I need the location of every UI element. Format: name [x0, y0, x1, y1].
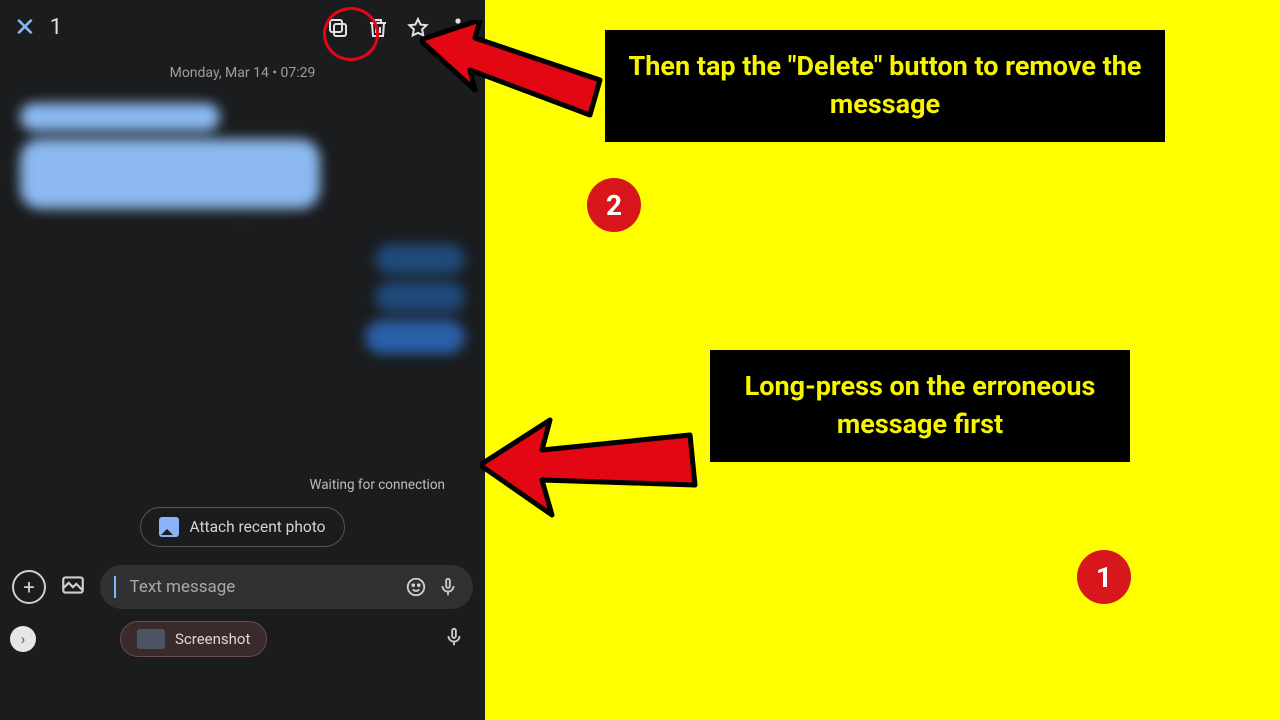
instruction-step-1: Long-press on the erroneous message firs… [710, 350, 1130, 462]
copy-icon[interactable] [325, 15, 351, 41]
step-badge-1: 1 [1077, 550, 1131, 604]
incoming-message[interactable] [20, 103, 220, 131]
incoming-message[interactable] [20, 139, 320, 209]
star-icon[interactable] [405, 15, 431, 41]
arrow-to-message [480, 400, 700, 530]
suggestion-label: Screenshot [175, 630, 250, 648]
suggestion-row: › Screenshot [0, 609, 485, 657]
date-separator: Monday, Mar 14 • 07:29 [0, 55, 485, 95]
screenshot-suggestion-chip[interactable]: Screenshot [120, 621, 267, 657]
voice-input-icon[interactable] [437, 576, 459, 598]
attach-label: Attach recent photo [189, 518, 325, 536]
add-attachment-button[interactable]: + [12, 570, 46, 604]
outgoing-message[interactable] [375, 282, 465, 312]
time-separator: ···· [0, 219, 485, 234]
outgoing-message[interactable] [375, 244, 465, 274]
overflow-menu-icon[interactable] [445, 15, 471, 41]
text-cursor [114, 576, 116, 598]
close-selection-button[interactable]: ✕ [14, 13, 36, 43]
instruction-panel: Then tap the "Delete" button to remove t… [485, 0, 1280, 720]
conversation-blurred: ···· [0, 103, 485, 483]
emoji-icon[interactable] [405, 576, 427, 598]
step-badge-2: 2 [587, 178, 641, 232]
gallery-icon[interactable] [60, 572, 86, 602]
selection-count: 1 [50, 15, 62, 40]
input-placeholder: Text message [130, 577, 396, 597]
compose-row: + Text message [0, 565, 485, 609]
messaging-app-screenshot: ✕ 1 Monday, Mar 14 • 07:29 ···· Waiting … [0, 0, 485, 720]
selection-toolbar: ✕ 1 [0, 0, 485, 55]
delete-icon[interactable] [365, 15, 391, 41]
message-input[interactable]: Text message [100, 565, 473, 609]
attach-recent-photo-button[interactable]: Attach recent photo [140, 507, 344, 547]
selected-message[interactable] [365, 320, 465, 354]
mic-icon[interactable] [443, 626, 465, 652]
expand-suggestions-button[interactable]: › [10, 626, 36, 652]
screenshot-thumbnail [137, 629, 165, 649]
image-icon [159, 517, 179, 537]
instruction-step-2: Then tap the "Delete" button to remove t… [605, 30, 1165, 142]
